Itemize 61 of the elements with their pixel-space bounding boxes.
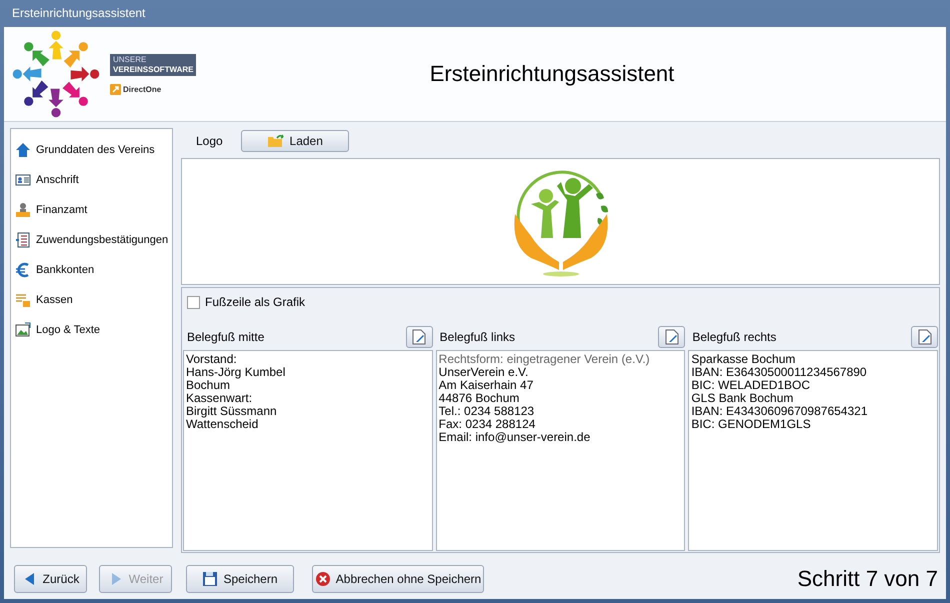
text-area[interactable]: Vorstand: Hans-Jörg Kumbel Bochum Kassenwart: Birgitt Süssmann Wattenscheid xyxy=(183,350,433,551)
person-desk-icon xyxy=(15,202,31,218)
home-icon xyxy=(15,142,31,158)
cancel-icon xyxy=(314,571,331,587)
window-title: Ersteinrichtungsassistent xyxy=(12,6,146,20)
text-line: IBAN: E36430500011234567890 xyxy=(691,366,868,379)
text-line: GLS Bank Bochum xyxy=(691,392,794,405)
brand-line: VEREINSSOFTWARE xyxy=(113,64,194,74)
picture-icon xyxy=(15,322,31,338)
edit-document-icon xyxy=(916,329,933,345)
text-line: Sparkasse Bochum xyxy=(691,353,796,366)
sidebar-item[interactable]: Anschrift xyxy=(11,165,172,195)
text-line: BIC: GENODEM1GLS xyxy=(691,418,812,431)
brand-line: UNSERE xyxy=(113,54,148,64)
text-line: Hans-Jörg Kumbel xyxy=(186,366,286,379)
sidebar-item[interactable]: Zuwendungsbestätigungen xyxy=(11,225,172,255)
sidebar-item[interactable]: Bankkonten xyxy=(11,255,172,285)
euro-icon xyxy=(15,262,31,278)
sidebar-item[interactable]: Logo & Texte xyxy=(11,315,172,345)
checkbox[interactable] xyxy=(187,296,200,308)
edit-button[interactable] xyxy=(406,326,433,348)
text-line: UnserVerein e.V. xyxy=(438,366,528,379)
sidebar-item[interactable]: Grunddaten des Vereins xyxy=(11,135,172,165)
stacked-lines-icon xyxy=(15,292,31,308)
checkbox-label: Fußzeile als Grafik xyxy=(205,295,306,309)
text-line: Fax: 0234 288124 xyxy=(438,418,536,431)
folder-icon xyxy=(266,134,285,148)
wizard-title: Ersteinrichtungsassistent xyxy=(428,61,676,87)
edit-button[interactable] xyxy=(658,326,686,348)
footer-label: Belegfuß mitte xyxy=(187,330,264,344)
text-line: Bochum xyxy=(186,379,230,392)
text-line: Email: info@unser-verein.de xyxy=(438,431,592,444)
button[interactable]: Abbrechen ohne Speichern xyxy=(312,565,484,593)
text-line: Am Kaiserhain 47 xyxy=(438,379,534,392)
id-card-icon xyxy=(15,172,31,188)
footer-label: Belegfuß links xyxy=(440,330,516,344)
edit-button[interactable] xyxy=(911,326,938,348)
button[interactable]: Zurück xyxy=(14,565,87,593)
edit-document-icon xyxy=(664,329,680,345)
text-line: Rechtsform: eingetragener Verein (e.V.) xyxy=(438,353,651,366)
text-line: IBAN: E43430609670987654321 xyxy=(691,405,868,418)
vendor-name: DirectOne xyxy=(123,84,162,94)
list-document-icon xyxy=(15,232,31,248)
sidebar-item[interactable]: Finanzamt xyxy=(11,195,172,225)
button[interactable]: Speichern xyxy=(186,565,294,593)
text-line: Tel.: 0234 588123 xyxy=(438,405,536,418)
vendor-logo-icon xyxy=(110,84,121,94)
text-line: Birgitt Süssmann xyxy=(186,405,278,418)
text-line: Vorstand: xyxy=(186,353,238,366)
text-line: 44876 Bochum xyxy=(438,392,520,405)
text-line: Kassenwart: xyxy=(186,392,254,405)
load-button[interactable]: Laden xyxy=(240,130,349,152)
text-area[interactable]: Rechtsform: eingetragener Verein (e.V.) UnserVerein e.V. Am Kaiserhain 47 44876 Bochum Tel.: 0234 588123 Fax: 0234 288124 Email: info@unser-verein.de xyxy=(436,350,686,551)
step-indicator: Schritt 7 von 7 xyxy=(797,566,938,592)
text-line: Wattenscheid xyxy=(186,418,260,431)
sidebar-item[interactable]: Kassen xyxy=(11,285,172,315)
text-area[interactable]: Sparkasse Bochum IBAN: E36430500011234567890 BIC: WELADED1BOC GLS Bank Bochum IBAN: E43430609670987654321 BIC: GENODEM1GLS xyxy=(688,350,938,551)
edit-document-icon xyxy=(411,329,428,345)
logo-label: Logo xyxy=(196,134,223,148)
footer-label: Belegfuß rechts xyxy=(692,330,776,344)
text-line: BIC: WELADED1BOC xyxy=(691,379,812,392)
